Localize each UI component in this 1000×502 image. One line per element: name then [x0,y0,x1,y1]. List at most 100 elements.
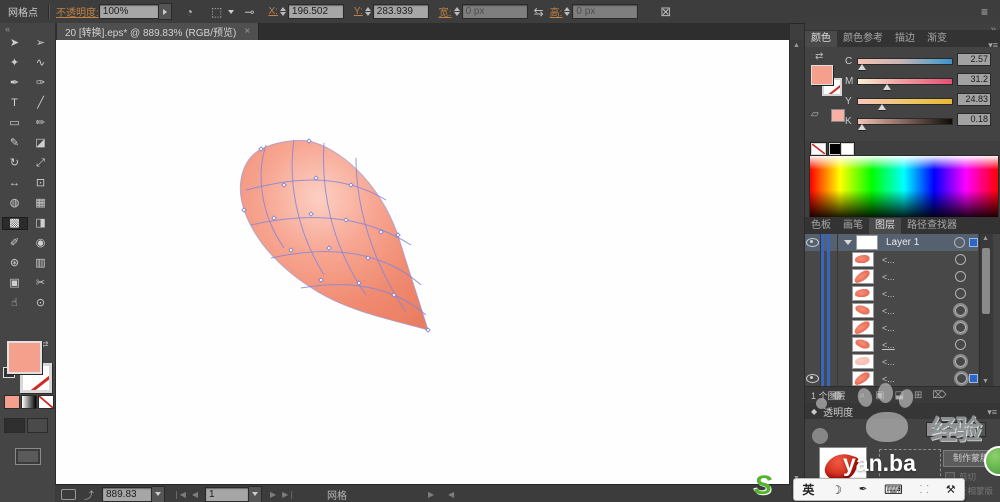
path-row[interactable]: <... [805,353,978,371]
symbol-sprayer-tool[interactable]: ◉ [28,237,54,250]
disclosure-triangle-icon[interactable] [844,240,852,245]
path-row[interactable]: <... [805,268,978,286]
none-color-swatch[interactable] [811,143,826,155]
lock-cell[interactable] [821,319,838,336]
target-circle-meshed-icon[interactable] [955,305,966,316]
panel-fill-swatch[interactable] [811,65,833,85]
constrain-link-icon[interactable]: ⇆ [534,5,544,19]
layer-thumbnail[interactable] [856,235,878,250]
transparency-opacity-input[interactable]: 100% [926,422,980,437]
height-spinner[interactable] [564,7,570,16]
tab-stroke[interactable]: 描边 [889,31,921,47]
select-similar-dropdown-icon[interactable] [228,10,234,14]
tab-color[interactable]: 颜色 [805,31,837,47]
ime-moon-icon[interactable]: ☽ [831,483,842,497]
ime-toolbar[interactable]: 英 ☽ ✒ ⌨ ⸬ ⚒ [793,478,965,501]
lock-cell[interactable] [821,285,838,302]
visibility-cell[interactable] [805,234,821,251]
path-row[interactable]: <... [805,319,978,337]
artboard-number-input[interactable]: 1 [205,487,249,502]
hand-tool[interactable]: ☝ [2,297,28,310]
blend-tool[interactable]: ⊛ [2,257,28,270]
panel-collapse-diamond-icon[interactable]: ◆ [811,407,817,416]
zoom-level-input[interactable]: 889.83 [102,487,152,502]
status-arrow-left-icon[interactable]: ◀ [448,490,454,499]
tab-gradient[interactable]: 渐变 [921,31,953,47]
select-similar-icon[interactable]: ⬚ [211,5,222,19]
align-icon[interactable]: ⊸ [244,5,254,19]
previous-artboard-icon[interactable]: ◀ [192,490,198,499]
gradient-mode-button[interactable] [21,395,37,409]
draw-behind-button[interactable] [27,418,48,433]
width-tool[interactable]: ↔ [2,177,28,190]
selection-tool[interactable]: ➤ [2,37,28,50]
none-mode-button[interactable] [38,395,54,409]
width-spinner[interactable] [454,7,460,16]
path-label[interactable]: <... [882,340,955,350]
layers-scrollbar[interactable]: ▲ ▼ [979,234,993,386]
path-thumbnail[interactable] [852,252,874,267]
cyan-slider[interactable] [857,58,953,65]
path-thumbnail[interactable] [852,286,874,301]
color-spectrum-bar[interactable] [809,155,999,219]
transparency-menu-icon[interactable]: ▾≡ [987,407,997,418]
ime-keyboard-icon[interactable]: ⌨ [884,482,903,498]
ime-logo-icon[interactable]: S [754,470,772,501]
shape-builder-tool[interactable]: ◍ [2,197,28,210]
zoom-tool[interactable]: ⊙ [28,297,54,310]
close-tab-icon[interactable]: × [244,26,250,37]
artboard-canvas[interactable] [56,40,789,484]
visibility-cell[interactable] [805,370,821,387]
white-swatch[interactable] [841,143,854,155]
eyedropper-tool[interactable]: ✐ [2,237,28,250]
ime-language-toggle[interactable]: 英 [802,481,814,498]
free-transform-tool[interactable]: ⊡ [28,177,54,190]
delete-layer-icon[interactable]: ⌦ [932,390,946,401]
swap-fill-stroke-icon[interactable]: ⇄ [41,339,49,350]
path-label[interactable]: <... [882,306,955,316]
free-transform-icon[interactable]: ⊠ [660,4,671,20]
path-thumbnail[interactable] [852,354,874,369]
curvature-pen-tool[interactable]: ✑ [28,77,54,90]
scroll-up-icon[interactable]: ▲ [793,42,800,49]
last-artboard-icon[interactable]: ▶❘ [282,490,295,499]
cyan-value[interactable]: 2.57 [957,53,991,66]
share-icon[interactable]: ⤴ [84,487,94,502]
path-thumbnail[interactable] [852,303,874,318]
path-thumbnail[interactable] [852,337,874,352]
screen-mode-status-icon[interactable] [61,489,76,500]
y-spinner[interactable] [365,7,371,16]
toolbar-collapse-icon[interactable]: « [5,24,10,34]
pen-tool[interactable]: ✒ [2,77,28,90]
path-label[interactable]: <... [882,374,956,384]
yellow-slider-thumb[interactable] [878,104,886,110]
lock-cell[interactable] [821,268,838,285]
magenta-slider-thumb[interactable] [883,84,891,90]
selection-indicator[interactable] [969,374,978,383]
canvas-vertical-scrollbar[interactable]: ▲ ▼ [789,40,804,484]
path-label[interactable]: <... [882,289,955,299]
control-panel-menu-icon[interactable]: ≡ [981,5,988,19]
y-input[interactable]: 283.939 [373,4,429,19]
tab-swatches[interactable]: 色板 [805,218,837,234]
mesh-tool[interactable]: ▩ [2,217,28,230]
new-layer-icon[interactable]: ⊞ [914,390,922,401]
layer-name[interactable]: Layer 1 [886,237,954,248]
out-of-gamut-cube-icon[interactable]: ▱ [811,109,819,120]
target-circle-meshed-icon[interactable] [956,373,967,384]
tab-layers[interactable]: 图层 [869,218,901,234]
slice-tool[interactable]: ✂ [28,277,54,290]
opacity-spinner-button[interactable] [973,422,986,437]
cyan-slider-thumb[interactable] [858,64,866,70]
path-row[interactable]: <... [805,251,978,269]
perspective-grid-tool[interactable]: ▦ [28,197,54,210]
new-sublayer-icon[interactable]: ⬓ [895,390,904,401]
line-tool[interactable]: ╱ [28,97,54,110]
make-clipping-mask-icon[interactable]: ▣ [875,390,884,401]
next-artboard-icon[interactable]: ▶ [270,490,276,499]
scroll-down-icon[interactable]: ▼ [982,378,989,385]
target-circle-icon[interactable] [955,339,966,350]
paintbrush-tool[interactable]: ✏ [28,117,54,130]
lock-cell[interactable] [821,353,838,370]
artboard-dropdown-button[interactable] [249,486,262,502]
